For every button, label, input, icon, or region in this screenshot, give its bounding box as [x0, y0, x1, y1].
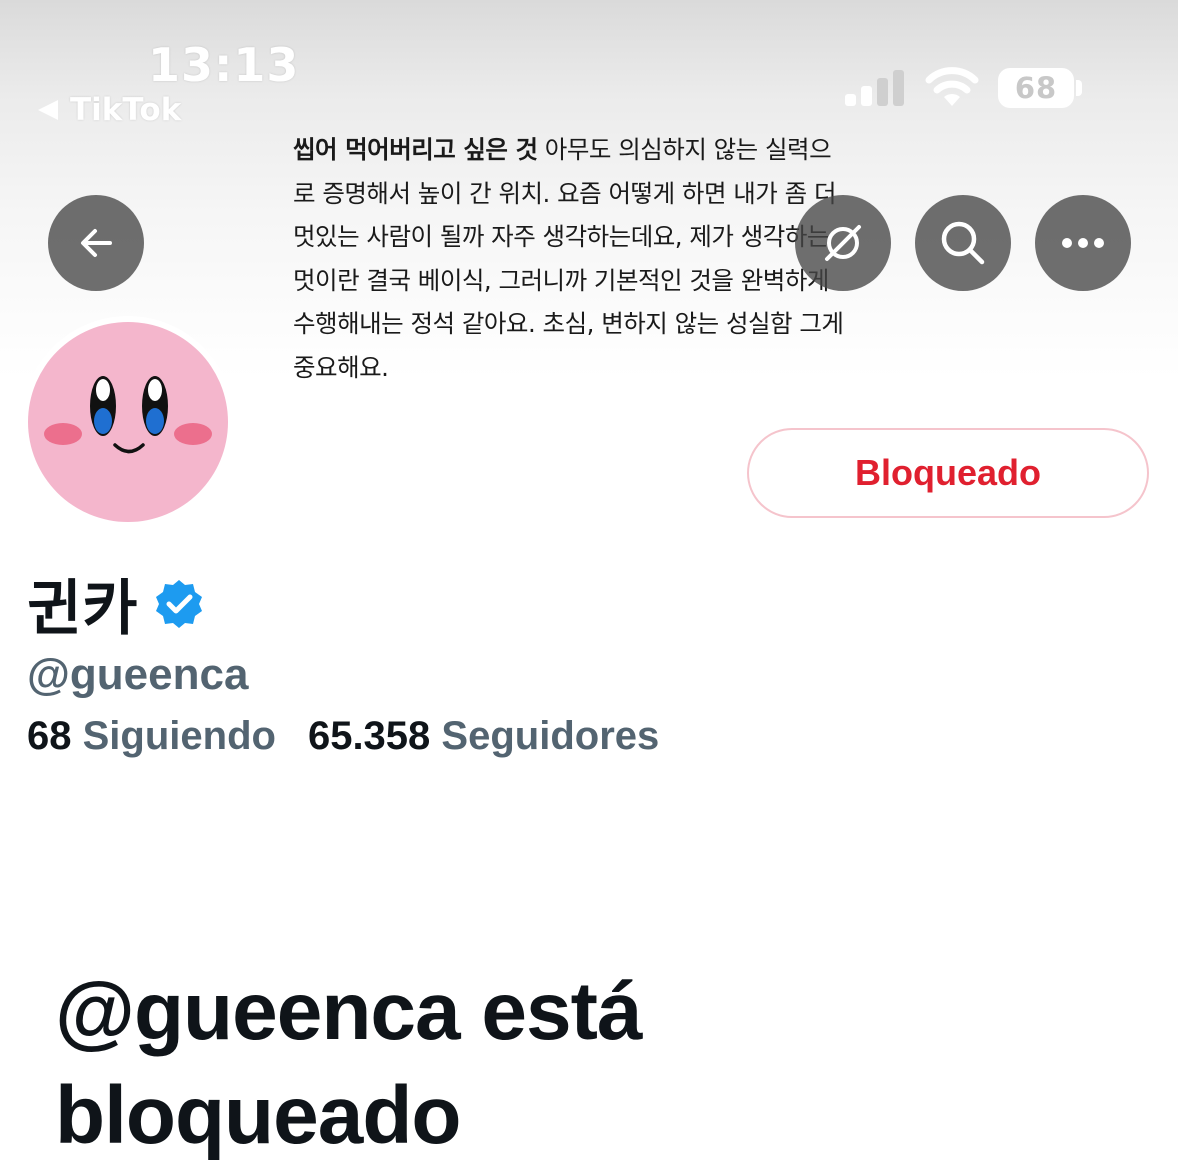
battery-tip	[1076, 80, 1082, 96]
avatar[interactable]	[22, 316, 234, 528]
more-icon	[1062, 238, 1104, 248]
banner-text: 씹어 먹어버리고 싶은 것 아무도 의심하지 않는 실력으 로 증명해서 높이 …	[293, 128, 873, 389]
followers-count: 65.358	[307, 714, 431, 758]
banner-line: 로 증명해서 높이 간 위치. 요즘 어떻게 하면 내가 좀 더	[293, 172, 873, 216]
more-options-button[interactable]	[1035, 195, 1131, 291]
banner-line: 중요해요.	[293, 346, 873, 390]
back-app-label: TikTok	[70, 92, 182, 128]
banner-line: 멋있는 사람이 될까 자주 생각하는데요, 제가 생각하는	[293, 215, 873, 259]
following-count: 68	[27, 714, 72, 758]
display-name-row: 귄카	[27, 560, 205, 647]
banner-line-text: 아무도 의심하지 않는 실력으	[537, 135, 832, 164]
search-icon	[941, 221, 985, 265]
banner-line-text: 멋있는 사람이 될까 자주 생각하는데요, 제가 생각하는	[293, 222, 829, 251]
banner-line-bold: 씹어 먹어버리고 싶은 것	[293, 135, 538, 164]
display-name: 귄카	[27, 574, 138, 644]
banner-line-text: 중요해요.	[293, 352, 389, 382]
grok-icon	[825, 225, 861, 261]
following-label: Siguiendo	[82, 714, 276, 758]
back-to-app-link[interactable]: TikTok	[38, 92, 181, 128]
following-link[interactable]: 68 Siguiendo	[27, 714, 276, 759]
profile-stats: 68 Siguiendo 65.358 Seguidores	[27, 714, 659, 759]
followers-label: Seguidores	[441, 714, 660, 758]
battery-indicator: 68	[998, 68, 1074, 108]
profile-handle: @gueenca	[27, 650, 249, 699]
search-button[interactable]	[915, 195, 1011, 291]
grok-button[interactable]	[795, 195, 891, 291]
followers-link[interactable]: 65.358 Seguidores	[308, 714, 659, 759]
blocked-message: @gueenca está bloqueado	[55, 966, 643, 1161]
verified-badge-icon[interactable]	[153, 578, 205, 630]
banner-line: 수행해내는 정석 같아요. 초심, 변하지 않는 성실함 그게	[293, 302, 873, 346]
cellular-signal-icon	[845, 70, 904, 106]
status-time: 13:13	[148, 38, 300, 92]
wifi-icon	[925, 67, 979, 106]
blocked-button[interactable]: Bloqueado	[747, 428, 1149, 518]
banner-line-text: 로 증명해서 높이 간 위치. 요즘 어떻게 하면 내가 좀 더	[293, 178, 837, 208]
back-button[interactable]	[48, 195, 144, 291]
banner-line-text: 수행해내는 정석 같아요. 초심, 변하지 않는 성실함 그게	[293, 309, 844, 338]
banner-line: 씹어 먹어버리고 싶은 것 아무도 의심하지 않는 실력으	[293, 128, 873, 172]
kirby-face-icon	[44, 376, 212, 454]
arrow-left-icon	[81, 229, 112, 257]
banner-line-text: 멋이란 결국 베이식, 그러니까 기본적인 것을 완벽하게	[293, 265, 829, 295]
back-triangle-icon	[38, 100, 58, 120]
banner-line: 멋이란 결국 베이식, 그러니까 기본적인 것을 완벽하게	[293, 259, 873, 303]
avatar-image	[28, 322, 228, 522]
